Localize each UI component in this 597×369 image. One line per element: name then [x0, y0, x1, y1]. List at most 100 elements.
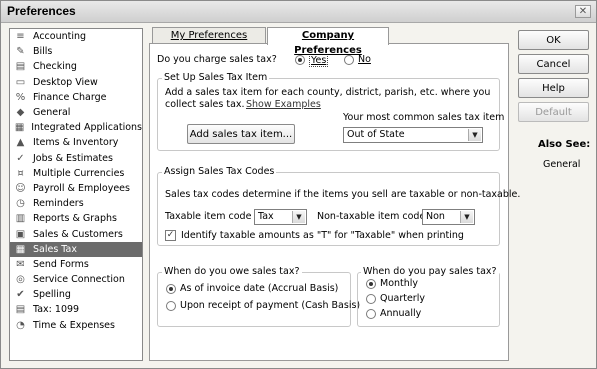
preferences-category-list[interactable]: ≡ Accounting ✎ Bills ▤ Checking ▭ Desktop View%… — [9, 28, 143, 361]
pay-group-title: When do you pay sales tax? — [361, 266, 499, 277]
owe-group-title: When do you owe sales tax? — [162, 266, 302, 277]
sidebar-item[interactable]: ▤ Tax: 1099 — [10, 302, 142, 317]
cash-basis-radio[interactable] — [166, 301, 176, 311]
sidebar-item[interactable]: ▲ Items & Inventory — [10, 135, 142, 150]
sidebar-item-label: Sales Tax — [33, 243, 77, 255]
sidebar-item-label: Items & Inventory — [33, 137, 119, 149]
desktop-icon: ▭ — [15, 76, 26, 88]
sidebar-item[interactable]: ▦ Sales Tax — [10, 241, 142, 257]
finance-icon: % — [15, 91, 26, 103]
sidebar-item[interactable]: ✔ Spelling — [10, 287, 142, 302]
setup-group-title: Set Up Sales Tax Item — [162, 72, 270, 83]
sidebar-item-label: Desktop View — [33, 76, 98, 88]
sidebar-item[interactable]: ✓ Jobs & Estimates — [10, 151, 142, 166]
sidebar-item[interactable]: ✉ Send Forms — [10, 257, 142, 272]
sales-icon: ▣ — [15, 228, 26, 240]
sidebar-item-label: Reports & Graphs — [33, 213, 117, 225]
identify-taxable-checkbox[interactable]: ✓ — [165, 230, 176, 241]
accrual-basis-label[interactable]: As of invoice date (Accrual Basis) — [180, 283, 338, 294]
sidebar-item-label: Time & Expenses — [33, 319, 115, 331]
sidebar-item-label: Spelling — [33, 289, 71, 301]
close-icon[interactable]: ✕ — [575, 5, 591, 18]
codes-description: Sales tax codes determine if the items y… — [165, 189, 521, 200]
identify-taxable-label: Identify taxable amounts as "T" for "Tax… — [181, 230, 464, 241]
tab-my-preferences[interactable]: My Preferences — [152, 27, 266, 44]
send-forms-icon: ✉ — [16, 258, 25, 270]
bills-icon: ✎ — [16, 46, 25, 58]
default-button[interactable]: Default — [518, 102, 589, 122]
sidebar-item[interactable]: ≡ Accounting — [10, 29, 142, 44]
accrual-basis-radio[interactable] — [166, 284, 176, 294]
sidebar-item[interactable]: ▤ Checking — [10, 59, 142, 74]
taxable-code-dropdown[interactable]: Tax ▼ — [254, 209, 307, 225]
sidebar-item-label: Tax: 1099 — [33, 304, 80, 316]
currency-icon: ¤ — [17, 167, 24, 179]
general-icon: ◆ — [16, 107, 25, 119]
sidebar-item-label: Reminders — [33, 198, 84, 210]
common-tax-item-dropdown[interactable]: Out of State ▼ — [343, 127, 483, 143]
ok-button[interactable]: OK — [518, 30, 589, 50]
common-tax-item-value: Out of State — [347, 129, 405, 140]
codes-group-title: Assign Sales Tax Codes — [162, 166, 277, 177]
setup-description-line2: collect sales tax. — [165, 99, 245, 110]
nontaxable-code-label: Non-taxable item code — [317, 211, 426, 222]
sidebar-item[interactable]: ◔ Time & Expenses — [10, 318, 142, 333]
charge-tax-question: Do you charge sales tax? — [157, 54, 277, 65]
pay-annually-radio[interactable] — [366, 309, 376, 319]
company-preferences-panel: Do you charge sales tax? Yes No Set Up S… — [149, 43, 520, 361]
show-examples-link[interactable]: Show Examples — [246, 99, 321, 110]
sidebar-item-label: Jobs & Estimates — [33, 152, 113, 164]
sidebar-item-label: Payroll & Employees — [33, 182, 130, 194]
cash-basis-label[interactable]: Upon receipt of payment (Cash Basis) — [180, 300, 360, 311]
pay-quarterly-label[interactable]: Quarterly — [380, 293, 425, 304]
cancel-button[interactable]: Cancel — [518, 54, 589, 74]
add-sales-tax-item-button[interactable]: Add sales tax item... — [187, 124, 295, 144]
sidebar-item[interactable]: ▥ Reports & Graphs — [10, 211, 142, 226]
sidebar-item[interactable]: ✎ Bills — [10, 44, 142, 59]
sidebar-item[interactable]: ¤ Multiple Currencies — [10, 166, 142, 181]
sidebar-item[interactable]: ☺ Payroll & Employees — [10, 181, 142, 196]
sidebar-item[interactable]: ◆ General — [10, 105, 142, 120]
sidebar-item[interactable]: ◎ Service Connection — [10, 272, 142, 287]
help-button[interactable]: Help — [518, 78, 589, 98]
inventory-icon: ▲ — [16, 137, 25, 149]
tax1099-icon: ▤ — [15, 304, 26, 316]
spelling-icon: ✔ — [16, 289, 25, 301]
reminders-icon: ◷ — [16, 198, 25, 210]
sidebar-item[interactable]: ▣ Sales & Customers — [10, 226, 142, 241]
sidebar-item-label: Multiple Currencies — [33, 167, 125, 179]
service-icon: ◎ — [16, 274, 25, 286]
checking-icon: ▤ — [15, 61, 26, 73]
taxable-code-label: Taxable item code — [165, 211, 252, 222]
sidebar-item-label: Service Connection — [33, 274, 125, 286]
payroll-icon: ☺ — [15, 182, 26, 194]
sidebar-item-label: Checking — [33, 61, 77, 73]
setup-description-line1: Add a sales tax item for each county, di… — [165, 87, 491, 98]
sidebar-item-label: Send Forms — [33, 258, 89, 270]
pay-monthly-radio[interactable] — [366, 279, 376, 289]
pay-annually-label[interactable]: Annually — [380, 308, 421, 319]
also-see-general-link[interactable]: General — [543, 159, 580, 170]
taxable-code-value: Tax — [258, 211, 274, 222]
jobs-icon: ✓ — [16, 152, 25, 164]
sidebar-item[interactable]: ▦ Integrated Applications — [10, 120, 142, 135]
sidebar-item-label: Integrated Applications — [31, 122, 142, 134]
pay-quarterly-radio[interactable] — [366, 294, 376, 304]
tab-company-preferences[interactable]: Company Preferences — [267, 27, 389, 56]
pay-monthly-label[interactable]: Monthly — [380, 278, 418, 289]
nontaxable-code-dropdown[interactable]: Non ▼ — [422, 209, 475, 225]
sidebar-item[interactable]: % Finance Charge — [10, 90, 142, 105]
time-icon: ◔ — [16, 319, 25, 331]
sidebar-item[interactable]: ▭ Desktop View — [10, 75, 142, 90]
sidebar-item-label: Sales & Customers — [33, 228, 123, 240]
preferences-window: Preferences ✕ ≡ Accounting ✎ Bills ▤ Checking… — [0, 0, 597, 369]
chevron-down-icon: ▼ — [292, 211, 305, 223]
window-title: Preferences — [7, 4, 76, 18]
tab-my-preferences-label: My Preferences — [170, 30, 248, 41]
sidebar-item-label: Accounting — [33, 31, 87, 43]
sidebar-item-label: Finance Charge — [33, 91, 107, 103]
sidebar-item[interactable]: ◷ Reminders — [10, 196, 142, 211]
sidebar-item-label: Bills — [33, 46, 53, 58]
reports-icon: ▥ — [15, 213, 26, 225]
nontaxable-code-value: Non — [426, 211, 445, 222]
